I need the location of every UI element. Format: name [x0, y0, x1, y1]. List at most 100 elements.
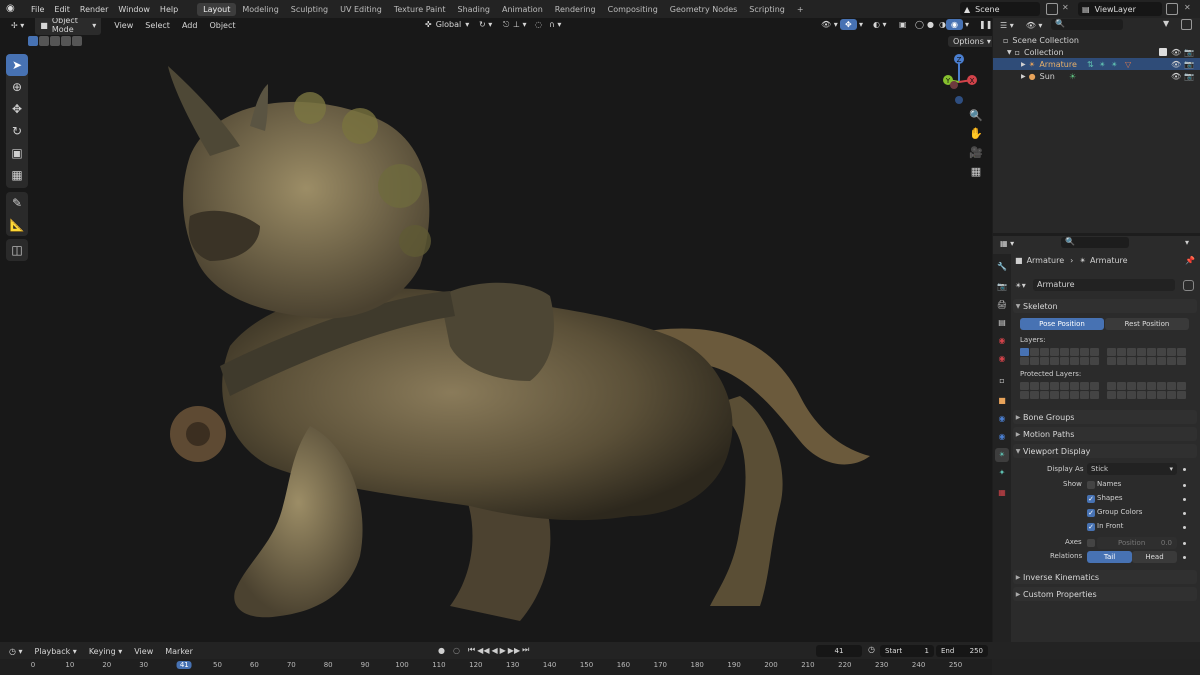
annotate-tool-icon[interactable]: ✎	[6, 192, 28, 214]
protected-layers-grid-right[interactable]	[1107, 382, 1186, 399]
jump-end-icon[interactable]: ⏭	[522, 645, 529, 655]
properties-search-input[interactable]: 🔍	[1061, 237, 1129, 248]
add-workspace-button[interactable]: +	[791, 3, 810, 16]
pivot-point-icon[interactable]: ↻ ▾	[474, 19, 497, 30]
layers-grid-left[interactable]	[1020, 348, 1099, 365]
expand-right-icon[interactable]: ▶	[1021, 73, 1026, 80]
fake-user-icon[interactable]	[1183, 279, 1194, 291]
object-tab-icon[interactable]: ■	[995, 394, 1009, 408]
menu-file[interactable]: File	[26, 5, 49, 14]
menu-render[interactable]: Render	[75, 5, 113, 14]
eye-icon[interactable]: 👁	[1171, 48, 1181, 57]
transform-tool-icon[interactable]: ▦	[6, 164, 28, 186]
play-icon[interactable]: ▶	[500, 646, 506, 655]
pause-render-icon[interactable]: ❚❚	[974, 19, 992, 30]
jump-keyframe-back-icon[interactable]: ◀◀	[477, 646, 489, 655]
timeline-ruler[interactable]: 0 10 20 30 41 50 60 70 80 90 100 110 120 130 140 150 160…	[0, 659, 992, 675]
tab-uv-editing[interactable]: UV Editing	[334, 3, 388, 16]
custom-properties-panel-header[interactable]: ▶ Custom Properties	[1013, 587, 1197, 601]
outliner-editor-type-icon[interactable]: ☰ ▾	[995, 20, 1019, 31]
datablock-name-field[interactable]: Armature	[1033, 279, 1175, 291]
use-preview-range-icon[interactable]: ◷	[868, 645, 875, 654]
tool-tab-icon[interactable]: 🔧	[995, 260, 1009, 274]
jump-start-icon[interactable]: ⏮	[468, 645, 475, 655]
expand-right-icon[interactable]: ▶	[1021, 61, 1026, 68]
expand-down-icon[interactable]: ▼	[1007, 49, 1012, 56]
outliner-display-mode-icon[interactable]: 👁 ▾	[1021, 20, 1048, 31]
camera-view-icon[interactable]: 🎥	[968, 145, 984, 161]
shapes-checkbox[interactable]: ✓	[1087, 495, 1095, 503]
measure-tool-icon[interactable]: 📐	[6, 214, 28, 236]
display-as-dropdown[interactable]: Stick ▾	[1087, 463, 1177, 475]
3d-viewport[interactable]: ✢ ▾ ■ Object Mode ▾ View Select Add Obje…	[0, 18, 992, 642]
view-layer-tab-icon[interactable]: ▤	[995, 316, 1009, 330]
tab-modeling[interactable]: Modeling	[236, 3, 284, 16]
play-reverse-icon[interactable]: ◀	[491, 646, 497, 655]
options-dropdown[interactable]: Options ▾	[948, 36, 992, 47]
menu-playback[interactable]: Playback ▾	[30, 646, 82, 657]
axes-position-field[interactable]: Position 0.0	[1097, 537, 1177, 549]
grid-view-icon[interactable]: ▦	[968, 164, 984, 180]
skeleton-panel-header[interactable]: ▼ Skeleton	[1013, 299, 1197, 313]
scene-selector[interactable]: ▲ Scene	[960, 2, 1040, 16]
new-view-layer-icon[interactable]	[1166, 3, 1178, 15]
animate-property-icon[interactable]	[1183, 512, 1186, 515]
end-frame-field[interactable]: End 250	[936, 645, 988, 657]
axes-checkbox[interactable]	[1087, 539, 1095, 547]
xray-icon[interactable]: ▣	[894, 19, 912, 30]
physics-tab-icon[interactable]: ◉	[995, 412, 1009, 426]
new-scene-icon[interactable]	[1046, 3, 1058, 15]
delete-scene-icon[interactable]: ✕	[1062, 3, 1069, 12]
delete-view-layer-icon[interactable]: ✕	[1184, 3, 1191, 12]
viewport-display-panel-header[interactable]: ▼ Viewport Display	[1013, 444, 1197, 458]
pan-hand-icon[interactable]: ✋	[968, 126, 984, 142]
current-frame-marker[interactable]: 41	[176, 661, 192, 669]
protected-layers-grid-left[interactable]	[1020, 382, 1099, 399]
filter-icon[interactable]: ▼	[1163, 19, 1169, 28]
output-tab-icon[interactable]: 🖨	[995, 298, 1009, 312]
group-colors-checkbox[interactable]: ✓	[1087, 509, 1095, 517]
select-new-icon[interactable]	[28, 36, 38, 46]
animate-property-icon[interactable]	[1183, 556, 1186, 559]
gizmo-neg-x-handle[interactable]	[950, 81, 958, 89]
select-box-tool-icon[interactable]: ➤	[6, 54, 28, 76]
add-cube-tool-icon[interactable]: ◫	[6, 239, 28, 261]
scene-tab-icon[interactable]: ◉	[995, 334, 1009, 348]
inverse-kinematics-panel-header[interactable]: ▶ Inverse Kinematics	[1013, 570, 1197, 584]
eye-icon[interactable]: 👁	[1171, 72, 1181, 81]
rotate-tool-icon[interactable]: ↻	[6, 120, 28, 142]
bone-tab-icon[interactable]: ✦	[995, 466, 1009, 480]
timeline-editor-type-icon[interactable]: ◷ ▾	[4, 646, 28, 657]
constraints-tab-icon[interactable]: ◉	[995, 430, 1009, 444]
world-tab-icon[interactable]: ◉	[995, 352, 1009, 366]
bone-groups-panel-header[interactable]: ▶ Bone Groups	[1013, 410, 1197, 424]
outliner-row-sun[interactable]: ▶ ● Sun ☀ 👁 📷	[993, 70, 1200, 82]
menu-view[interactable]: View	[109, 20, 138, 31]
tab-shading[interactable]: Shading	[451, 3, 496, 16]
motion-paths-panel-header[interactable]: ▶ Motion Paths	[1013, 427, 1197, 441]
jump-keyframe-forward-icon[interactable]: ▶▶	[508, 646, 520, 655]
relations-head-button[interactable]: Head	[1132, 551, 1177, 563]
falloff-icon[interactable]: ∩ ▾	[544, 19, 566, 30]
foo-dog-statue-model[interactable]	[150, 46, 890, 636]
outliner-row-collection[interactable]: ▼ ▫ Collection 👁 📷	[993, 46, 1200, 58]
menu-marker[interactable]: Marker	[160, 646, 198, 657]
current-frame-field[interactable]: 41	[816, 645, 862, 657]
properties-editor-type-icon[interactable]: ▦ ▾	[995, 238, 1019, 249]
armature-data-tab-icon[interactable]: ✴	[995, 448, 1009, 462]
tab-compositing[interactable]: Compositing	[602, 3, 664, 16]
layers-grid-right[interactable]	[1107, 348, 1186, 365]
menu-add[interactable]: Add	[177, 20, 203, 31]
chevron-down-icon[interactable]: ▾	[1185, 238, 1189, 247]
camera-icon[interactable]: 📷	[1184, 72, 1194, 81]
animate-property-icon[interactable]	[1183, 542, 1186, 545]
pin-icon[interactable]: 📌	[1185, 256, 1195, 265]
menu-window[interactable]: Window	[113, 5, 155, 14]
gizmo-neg-z-handle[interactable]	[955, 96, 963, 104]
editor-type-icon[interactable]: ✢ ▾	[6, 20, 29, 31]
outliner-row-armature[interactable]: ▶ ✴ Armature ⇅ ✴ ✴ ▽ 👁 📷	[993, 58, 1200, 70]
move-tool-icon[interactable]: ✥	[6, 98, 28, 120]
collection-checkbox[interactable]	[1159, 48, 1167, 56]
outliner-search-input[interactable]: 🔍	[1051, 19, 1123, 30]
tab-layout[interactable]: Layout	[197, 2, 237, 16]
